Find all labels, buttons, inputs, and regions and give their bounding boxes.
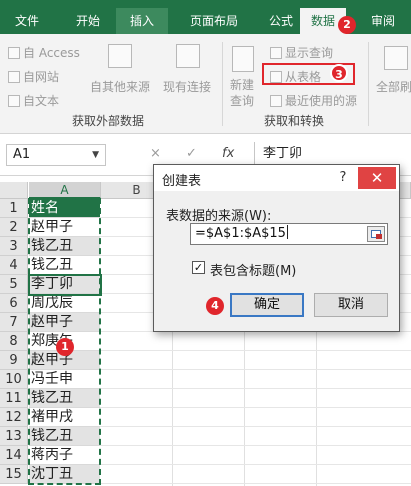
from-text-label: 自文本 — [23, 94, 60, 108]
dialog-title-bar: 创建表 ? ✕ — [154, 165, 399, 191]
from-web-button[interactable]: 自网站 — [8, 68, 59, 85]
from-text-button[interactable]: 自文本 — [8, 92, 59, 109]
get-transform-group-label: 获取和转换 — [264, 114, 325, 128]
new-query-button[interactable]: 查询 — [230, 92, 254, 109]
name-box[interactable]: A1 ▼ — [6, 144, 106, 166]
step-badge-2: 2 — [338, 16, 356, 34]
ribbon-panel: 自 Access 自网站 自文本 自其他来源 现有连接 获取外部数据 新建 查询… — [0, 34, 411, 134]
column-header-a[interactable]: A — [29, 182, 101, 199]
ok-button[interactable]: 确定 — [230, 293, 304, 317]
new-query-icon — [232, 46, 254, 72]
from-access-button[interactable]: 自 Access — [8, 44, 80, 61]
step-badge-1: 1 — [56, 338, 74, 356]
recent-sources-button[interactable]: 最近使用的源 — [270, 92, 357, 109]
tab-page-layout[interactable]: 页面布局 — [172, 8, 256, 34]
source-range-label: 表数据的来源(W): — [166, 209, 272, 224]
has-headers-label[interactable]: 表包含标题(M) — [210, 260, 296, 279]
new-query-line1[interactable]: 新建 — [230, 76, 254, 93]
tab-file[interactable]: 文件 — [0, 8, 54, 34]
step-badge-4: 4 — [206, 297, 224, 315]
create-table-dialog: 创建表 ? ✕ 表数据的来源(W): =$A$1:$A$15 ✓ 表包含标题(M… — [153, 164, 400, 332]
tab-insert[interactable]: 插入 — [116, 8, 168, 34]
from-web-label: 自网站 — [23, 70, 60, 84]
tab-home[interactable]: 开始 — [62, 8, 114, 34]
show-queries-icon — [270, 47, 282, 59]
row-header[interactable]: 12 — [0, 408, 28, 427]
gridline — [100, 483, 411, 484]
show-queries-button[interactable]: 显示查询 — [270, 44, 333, 61]
row-header[interactable]: 9 — [0, 351, 28, 370]
name-box-value: A1 — [13, 147, 31, 162]
row-header[interactable]: 1 — [0, 199, 28, 218]
group-divider — [222, 42, 223, 126]
recent-sources-icon — [270, 95, 282, 107]
get-external-data-group-label: 获取外部数据 — [72, 114, 145, 128]
row-header[interactable]: 14 — [0, 446, 28, 465]
tab-formulas[interactable]: 公式 — [258, 8, 304, 34]
refresh-all-icon — [384, 46, 408, 70]
cancel-entry-icon[interactable]: × — [150, 146, 161, 161]
existing-connections-icon — [176, 44, 200, 68]
row-header[interactable]: 7 — [0, 313, 28, 332]
gridline — [100, 445, 411, 446]
row-header[interactable]: 2 — [0, 218, 28, 237]
refresh-all-button[interactable]: 全部刷 — [376, 78, 411, 95]
from-access-label: 自 Access — [23, 46, 80, 60]
cancel-button[interactable]: 取消 — [314, 293, 388, 317]
step-badge-3: 3 — [330, 64, 348, 82]
access-icon — [8, 47, 20, 59]
other-sources-icon — [108, 44, 132, 68]
row-header[interactable]: 5 — [0, 275, 28, 294]
gridline — [100, 350, 411, 351]
group-divider — [368, 42, 369, 126]
gridline — [100, 407, 411, 408]
text-caret — [286, 225, 288, 239]
has-headers-checkbox[interactable]: ✓ — [192, 261, 205, 274]
web-icon — [8, 71, 20, 83]
row-header[interactable]: 13 — [0, 427, 28, 446]
gridline — [100, 369, 411, 370]
insert-function-button[interactable]: fx — [222, 146, 234, 161]
source-range-value: =$A$1:$A$15 — [195, 226, 286, 241]
gridline — [100, 388, 411, 389]
row-header[interactable]: 15 — [0, 465, 28, 484]
row-header[interactable]: 4 — [0, 256, 28, 275]
help-icon[interactable]: ? — [332, 168, 354, 188]
row-header[interactable]: 10 — [0, 370, 28, 389]
select-all-corner[interactable] — [0, 182, 28, 199]
close-icon[interactable]: ✕ — [358, 167, 396, 189]
other-sources-button[interactable]: 自其他来源 — [90, 78, 150, 95]
gridline — [100, 464, 411, 465]
enter-entry-icon[interactable]: ✓ — [186, 146, 197, 161]
row-header[interactable]: 11 — [0, 389, 28, 408]
text-file-icon — [8, 95, 20, 107]
row-header[interactable]: 8 — [0, 332, 28, 351]
existing-connections-button[interactable]: 现有连接 — [163, 78, 211, 95]
gridline — [100, 426, 411, 427]
row-header[interactable]: 6 — [0, 294, 28, 313]
show-queries-label: 显示查询 — [285, 46, 334, 60]
recent-sources-label: 最近使用的源 — [285, 94, 358, 108]
active-cell-border — [28, 274, 102, 296]
chevron-down-icon[interactable]: ▼ — [92, 145, 99, 165]
collapse-range-icon[interactable] — [367, 226, 385, 242]
source-range-input[interactable]: =$A$1:$A$15 — [190, 223, 388, 245]
tab-review[interactable]: 审阅 — [360, 8, 406, 34]
dialog-title: 创建表 — [162, 174, 202, 189]
row-header[interactable]: 3 — [0, 237, 28, 256]
